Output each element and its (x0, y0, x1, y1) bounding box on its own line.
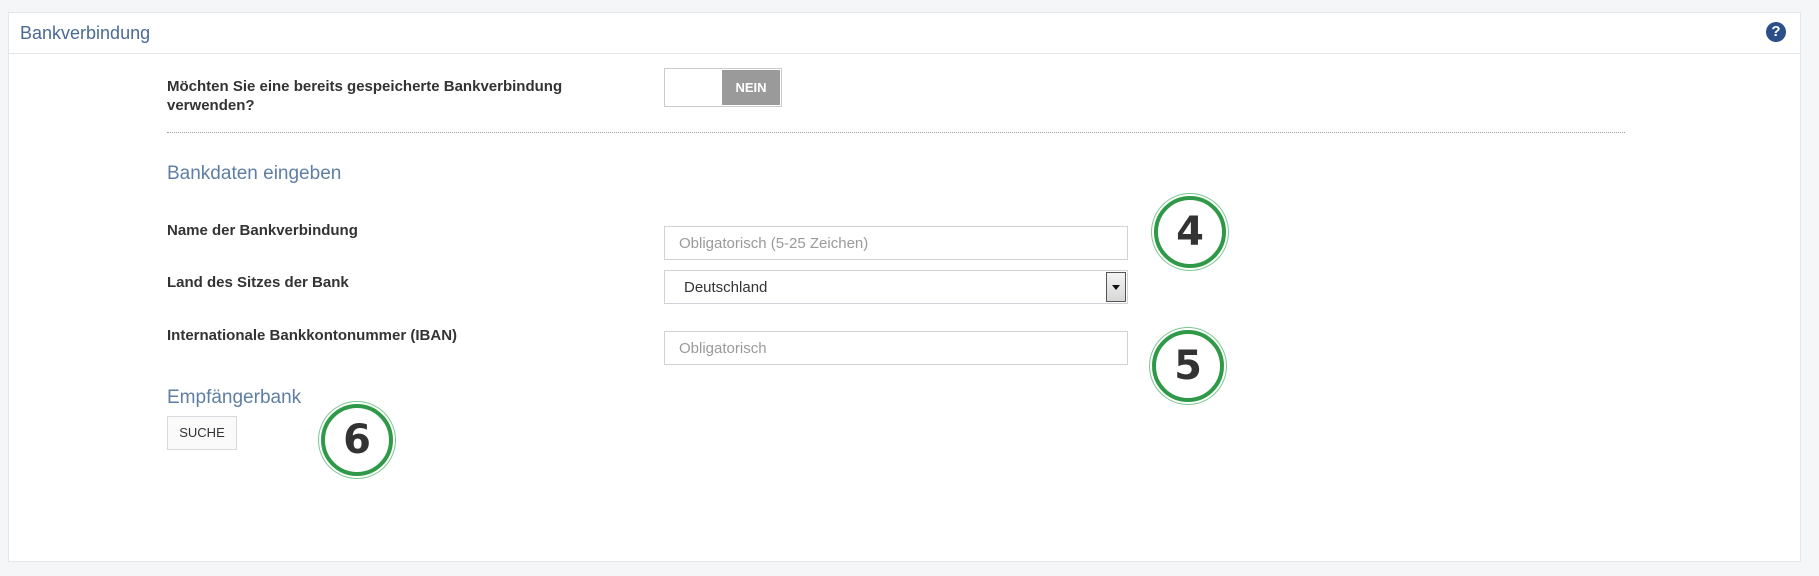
bank-name-label: Name der Bankverbindung (167, 222, 358, 239)
bank-name-input[interactable] (664, 226, 1128, 260)
saved-account-toggle[interactable]: NEIN (664, 68, 782, 107)
question-circle-icon[interactable]: ? (1766, 22, 1786, 42)
iban-label: Internationale Bankkontonummer (IBAN) (167, 327, 458, 344)
bank-country-label: Land des Sitzes der Bank (167, 274, 349, 291)
toggle-knob: NEIN (722, 70, 780, 105)
panel-title: Bankverbindung (20, 23, 151, 43)
search-bank-button[interactable]: SUCHE (167, 416, 237, 450)
bank-country-select[interactable]: Deutschland (664, 270, 1128, 304)
iban-input[interactable] (664, 331, 1128, 365)
annotation-badge-5: 5 (1152, 330, 1224, 402)
panel-header: Bankverbindung ? (9, 13, 1800, 54)
annotation-badge-4: 4 (1154, 196, 1226, 268)
bank-data-section-title: Bankdaten eingeben (167, 163, 342, 184)
bank-country-value: Deutschland (684, 279, 768, 296)
chevron-down-icon[interactable] (1106, 272, 1126, 302)
annotation-badge-6: 6 (321, 404, 393, 476)
saved-account-question: Möchten Sie eine bereits gespeicherte Ba… (167, 78, 563, 114)
section-divider (167, 132, 1625, 133)
recipient-bank-section-title: Empfängerbank (167, 387, 302, 408)
